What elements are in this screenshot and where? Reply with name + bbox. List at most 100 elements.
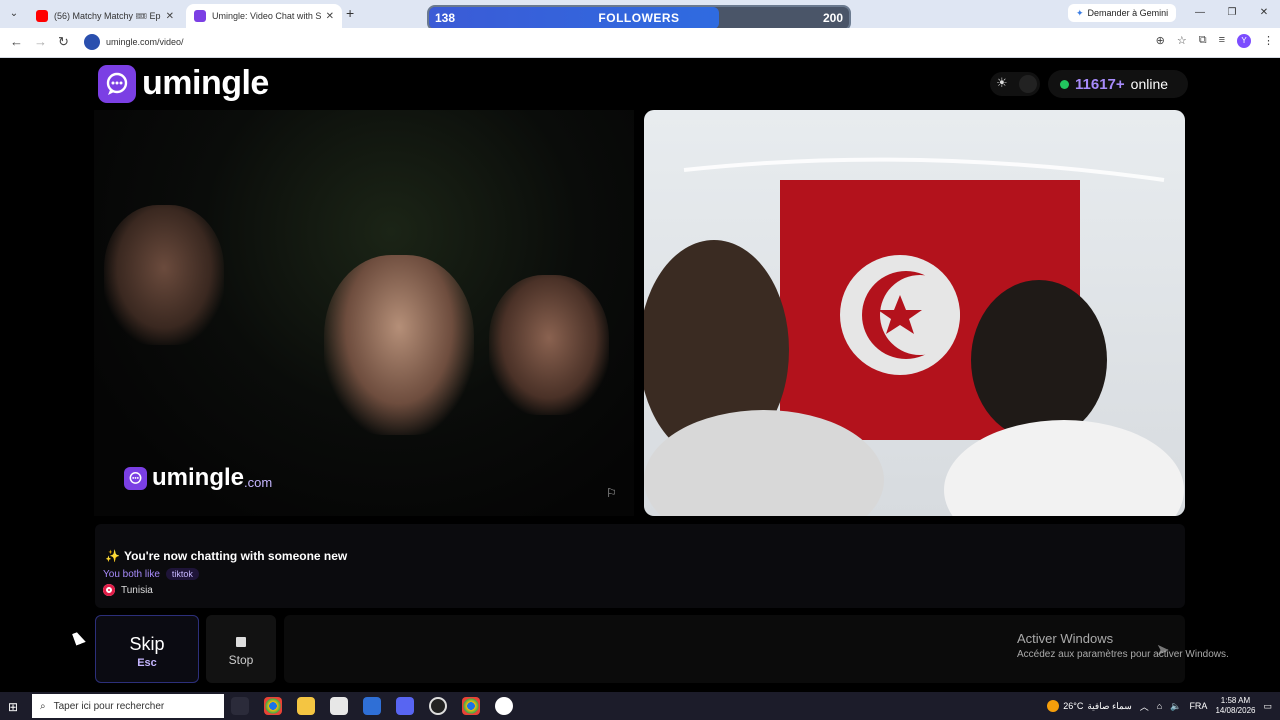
- bookmark-star-icon[interactable]: ☆: [1177, 34, 1187, 48]
- self-video-scene: [644, 157, 1184, 516]
- back-icon[interactable]: ←: [10, 34, 23, 49]
- toggle-knob: [1019, 75, 1037, 93]
- browser-tab-youtube[interactable]: (56) Matchy Matchy 🎟 Ep 93 V ✕: [28, 4, 182, 28]
- file-explorer-icon[interactable]: [297, 697, 315, 715]
- close-window-icon[interactable]: ✕: [1248, 0, 1280, 28]
- activate-subtitle: Accédez aux paramètres pour activer Wind…: [1017, 649, 1229, 660]
- weather-widget[interactable]: 26°C سماء صافية: [1047, 700, 1132, 712]
- common-interests: You both like tiktok: [103, 568, 199, 580]
- gemini-label: Demander à Gemini: [1087, 8, 1169, 18]
- activate-windows-watermark: Activer Windows Accédez aux paramètres p…: [1017, 631, 1229, 660]
- tunisia-flag-icon: [103, 584, 115, 596]
- logo-text: umingle: [142, 64, 269, 102]
- task-view-icon[interactable]: [231, 697, 249, 715]
- menu-kebab-icon[interactable]: ⋮: [1263, 34, 1274, 48]
- browser-tab-bar: ⌄ (56) Matchy Matchy 🎟 Ep 93 V ✕ Umingle…: [0, 0, 1280, 31]
- chrome-icon[interactable]: [264, 697, 282, 715]
- common-interests-label: You both like: [103, 569, 160, 580]
- online-counter: 11617+ online: [1048, 70, 1188, 98]
- stranger-country: Tunisia: [103, 584, 153, 596]
- maximize-icon[interactable]: ❐: [1216, 0, 1248, 28]
- extensions-icon[interactable]: ⧉: [1199, 34, 1207, 48]
- followers-label: FOLLOWERS: [598, 11, 680, 25]
- system-tray: 26°C سماء صافية ︿ ⌂ 🔈 FRA 1:58 AM 14/08/…: [1047, 692, 1280, 720]
- stop-icon: [236, 637, 246, 647]
- windows-start-icon[interactable]: ⊞: [8, 700, 18, 714]
- forward-icon[interactable]: →: [34, 34, 47, 49]
- clock-time: 1:58 AM: [1220, 696, 1251, 705]
- umingle-favicon-icon: [194, 10, 206, 22]
- profile-avatar[interactable]: Y: [1237, 34, 1251, 48]
- url-field[interactable]: umingle.com/video/: [82, 31, 1112, 55]
- windows-taskbar: ⊞ ⌕ Taper ici pour rechercher 26°C سماء ص…: [0, 692, 1280, 720]
- skip-label: Skip: [129, 634, 165, 654]
- media-icon[interactable]: ≡: [1219, 34, 1225, 48]
- chrome-icon-2[interactable]: [462, 697, 480, 715]
- discord-icon[interactable]: [396, 697, 414, 715]
- mouse-cursor-icon: [72, 630, 86, 646]
- system-message: ✨ You're now chatting with someone new: [105, 549, 347, 563]
- reload-icon[interactable]: ↻: [58, 34, 69, 50]
- sparkle-icon: ✨: [105, 549, 120, 563]
- search-placeholder: Taper ici pour rechercher: [53, 700, 165, 712]
- language-indicator[interactable]: FRA: [1189, 701, 1207, 711]
- watermark-logo-icon: [124, 466, 147, 490]
- mail-icon[interactable]: [363, 697, 381, 715]
- umingle-page: umingle ☀ 11617+ online umingle .com ⚐ ✨…: [0, 58, 1280, 692]
- stop-button[interactable]: Stop: [206, 615, 276, 683]
- tab-title: Umingle: Video Chat with S: [212, 11, 322, 21]
- gemini-button[interactable]: ✦ Demander à Gemini: [1068, 4, 1177, 22]
- connected-message: You're now chatting with someone new: [123, 549, 348, 563]
- close-tab-icon[interactable]: ✕: [326, 11, 334, 22]
- browser-toolbar: ⊕ ☆ ⧉ ≡ Y ⋮: [1156, 34, 1274, 48]
- volume-icon[interactable]: 🔈: [1170, 701, 1181, 712]
- stranger-person-1: [104, 205, 224, 345]
- self-video: [644, 110, 1185, 516]
- weather-sun-icon: [1047, 700, 1060, 712]
- taskbar-clock[interactable]: 1:58 AM 14/08/2026: [1215, 696, 1255, 716]
- umingle-logo[interactable]: umingle: [98, 64, 269, 103]
- window-controls: — ❐ ✕: [1184, 0, 1280, 28]
- youtube-icon: [36, 10, 48, 22]
- interest-chip: tiktok: [165, 568, 199, 580]
- zoom-icon[interactable]: ⊕: [1156, 34, 1165, 48]
- chat-bubble-logo-icon: [98, 64, 136, 103]
- notifications-icon[interactable]: ▭: [1263, 701, 1272, 712]
- browser-tab-umingle[interactable]: Umingle: Video Chat with S ✕: [186, 4, 342, 28]
- close-tab-icon[interactable]: ✕: [166, 11, 174, 22]
- store-icon[interactable]: [330, 697, 348, 715]
- tab-search-icon[interactable]: ⌄: [6, 6, 22, 22]
- site-info-icon[interactable]: [84, 34, 100, 50]
- tab-title: (56) Matchy Matchy 🎟 Ep 93 V: [54, 10, 162, 21]
- online-status-dot: [1060, 79, 1069, 89]
- temperature: 26°C: [1063, 701, 1084, 711]
- country-name: Tunisia: [121, 584, 153, 596]
- gemini-spark-icon: ✦: [1076, 8, 1084, 18]
- weather-text: سماء صافية: [1087, 700, 1132, 711]
- url-text: umingle.com/video/: [106, 37, 184, 47]
- media-player-icon[interactable]: [495, 697, 513, 715]
- stop-label: Stop: [228, 653, 254, 667]
- online-label: online: [1130, 76, 1169, 92]
- watermark-text: umingle: [152, 464, 245, 491]
- stranger-video: umingle .com ⚐: [94, 110, 634, 516]
- taskbar-search[interactable]: ⌕ Taper ici pour rechercher: [32, 694, 224, 718]
- network-icon[interactable]: ⌂: [1157, 701, 1162, 711]
- minimize-icon[interactable]: —: [1184, 0, 1216, 28]
- skip-button[interactable]: Skip Esc: [95, 615, 199, 683]
- new-tab-button[interactable]: +: [346, 5, 354, 21]
- search-icon: ⌕: [40, 700, 46, 712]
- stranger-person-3: [489, 275, 609, 415]
- sun-icon: ☀: [996, 75, 1008, 90]
- obs-icon[interactable]: [429, 697, 447, 715]
- chat-panel: ✨ You're now chatting with someone new Yo…: [95, 524, 1185, 608]
- tray-chevron-icon[interactable]: ︿: [1140, 700, 1149, 713]
- followers-goal: 200: [822, 11, 843, 25]
- address-bar: ← → ↻ umingle.com/video/ ⊕ ☆ ⧉ ≡ Y ⋮: [0, 28, 1280, 58]
- umingle-watermark: umingle .com: [124, 464, 272, 492]
- stranger-person-2: [324, 255, 474, 435]
- online-count: 11617+: [1075, 75, 1125, 93]
- theme-toggle[interactable]: ☀: [990, 72, 1040, 96]
- report-flag-icon[interactable]: ⚐: [606, 486, 617, 500]
- clock-date: 14/08/2026: [1215, 706, 1256, 715]
